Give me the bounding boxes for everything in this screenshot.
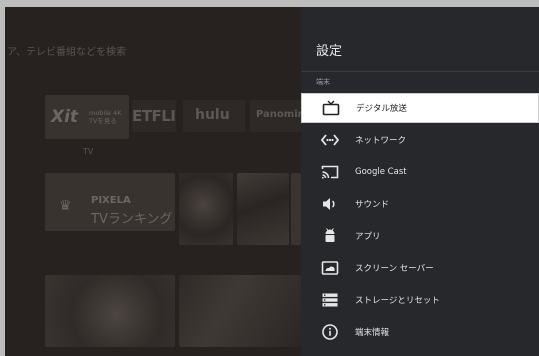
menu-item-google-cast[interactable]: Google Cast bbox=[301, 157, 539, 187]
content-thumbnail[interactable] bbox=[179, 173, 233, 245]
tv-label: TV bbox=[83, 147, 94, 156]
menu-item-label: ストレージとリセット bbox=[355, 296, 440, 306]
cast-icon bbox=[321, 164, 339, 180]
home-screen: ア、テレビ番組などを検索 Xit mobile 4K TVを見る ETFLIX … bbox=[5, 7, 301, 356]
panomiru-logo: Panomir bbox=[256, 109, 301, 120]
menu-item-label: サウンド bbox=[355, 200, 390, 210]
app-tile-xit[interactable]: Xit mobile 4K TVを見る bbox=[45, 95, 129, 139]
menu-item-label: スクリーン セーバー bbox=[355, 264, 434, 274]
ranking-title: TVランキング bbox=[91, 212, 173, 227]
xit-subtitle-line2: TVを見る bbox=[89, 117, 117, 125]
android-icon bbox=[321, 228, 339, 244]
netflix-logo: ETFLIX bbox=[132, 107, 176, 125]
settings-title: 設定 bbox=[316, 44, 343, 59]
xit-subtitle: mobile 4K TVを見る bbox=[89, 109, 122, 125]
tv-icon bbox=[322, 100, 340, 116]
screensaver-icon bbox=[321, 260, 339, 276]
hulu-logo: hulu bbox=[195, 107, 230, 123]
xit-subtitle-line1: mobile 4K bbox=[89, 109, 122, 117]
xit-logo: Xit bbox=[51, 107, 79, 127]
settings-panel: 設定 端末 デジタル放送 ネットワーク Google Cast サウンド アプリ… bbox=[301, 7, 539, 356]
ranking-tile[interactable]: ♛ PIXELA TVランキング bbox=[45, 173, 175, 231]
menu-item-screensaver[interactable]: スクリーン セーバー bbox=[301, 253, 539, 283]
storage-icon bbox=[321, 292, 339, 308]
menu-item-label: ネットワーク bbox=[355, 136, 407, 146]
menu-item-label: Google Cast bbox=[355, 167, 407, 177]
search-hint[interactable]: ア、テレビ番組などを検索 bbox=[7, 43, 126, 58]
content-thumbnail[interactable] bbox=[45, 275, 175, 347]
menu-item-device-info[interactable]: 端末情報 bbox=[301, 317, 539, 347]
content-thumbnail[interactable] bbox=[237, 173, 289, 245]
menu-item-sound[interactable]: サウンド bbox=[301, 189, 539, 219]
divider bbox=[301, 71, 539, 72]
network-icon bbox=[321, 132, 339, 148]
section-label-device: 端末 bbox=[316, 78, 330, 86]
tv-screen: ア、テレビ番組などを検索 Xit mobile 4K TVを見る ETFLIX … bbox=[5, 7, 539, 356]
content-thumbnail[interactable] bbox=[291, 173, 301, 245]
menu-item-label: 端末情報 bbox=[355, 328, 390, 338]
content-thumbnail[interactable] bbox=[179, 275, 301, 347]
ranking-brand: PIXELA bbox=[91, 195, 131, 206]
menu-item-label: デジタル放送 bbox=[356, 104, 407, 114]
menu-item-network[interactable]: ネットワーク bbox=[301, 125, 539, 155]
menu-item-digital-broadcast[interactable]: デジタル放送 bbox=[301, 93, 539, 123]
menu-item-storage-reset[interactable]: ストレージとリセット bbox=[301, 285, 539, 315]
tv-frame: ア、テレビ番組などを検索 Xit mobile 4K TVを見る ETFLIX … bbox=[0, 0, 539, 356]
app-tile-panomiru[interactable]: Panomir bbox=[250, 100, 301, 132]
menu-item-apps[interactable]: アプリ bbox=[301, 221, 539, 251]
app-tile-netflix[interactable]: ETFLIX bbox=[132, 100, 176, 132]
info-icon bbox=[321, 324, 339, 340]
volume-icon bbox=[321, 196, 339, 212]
app-tile-hulu[interactable]: hulu bbox=[183, 100, 245, 132]
crown-icon: ♛ bbox=[59, 198, 72, 214]
menu-item-label: アプリ bbox=[355, 232, 381, 242]
